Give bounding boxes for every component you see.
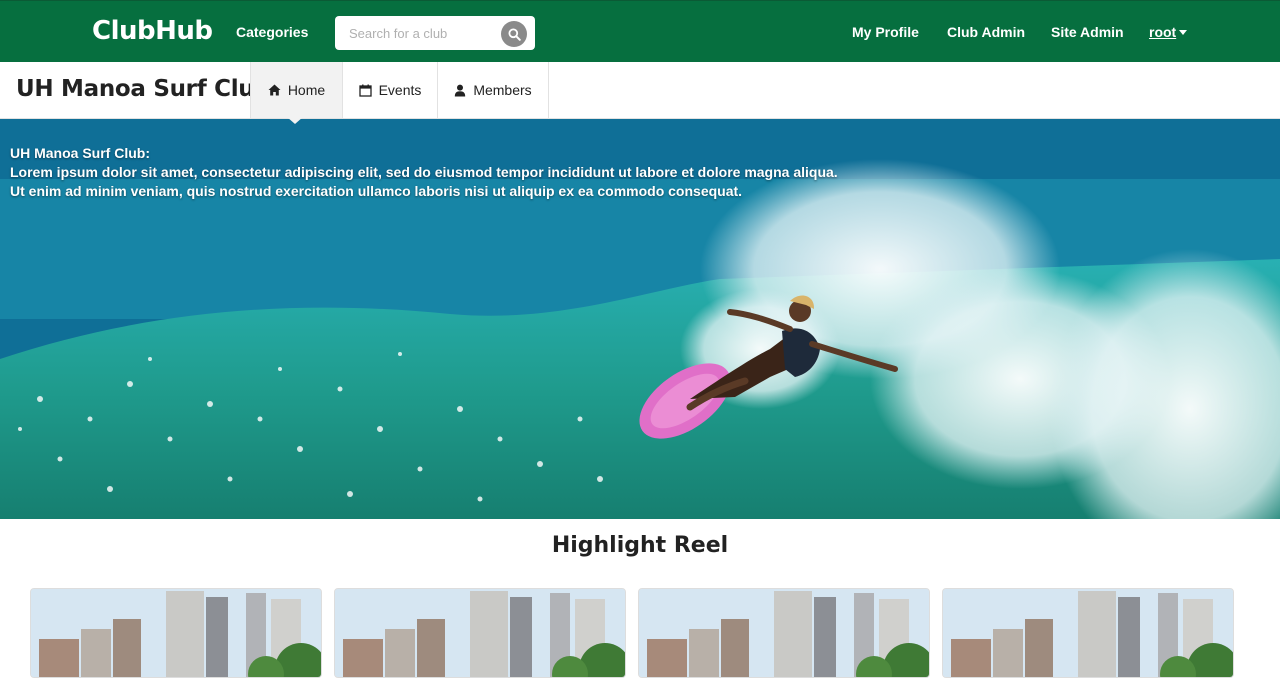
home-icon — [268, 84, 281, 96]
highlight-thumbnail[interactable] — [638, 588, 930, 678]
city-photo — [335, 589, 625, 677]
tab-home-label: Home — [287, 82, 326, 98]
calendar-icon — [358, 84, 372, 97]
hero-line-2: Ut enim ad minim veniam, quis nostrud ex… — [10, 183, 743, 199]
caret-down-icon — [1179, 30, 1188, 35]
tab-home[interactable]: Home — [250, 62, 342, 118]
tab-members[interactable]: Members — [437, 62, 549, 118]
brand-logo[interactable]: ClubHub — [92, 16, 213, 46]
nav-my-profile[interactable]: My Profile — [852, 24, 919, 40]
city-photo — [31, 589, 321, 677]
hero-line-1: Lorem ipsum dolor sit amet, consectetur … — [10, 164, 838, 180]
hero-banner: UH Manoa Surf Club: Lorem ipsum dolor si… — [0, 119, 1280, 519]
city-photo — [943, 589, 1233, 677]
nav-club-admin[interactable]: Club Admin — [947, 24, 1025, 40]
nav-categories[interactable]: Categories — [236, 24, 308, 40]
highlight-thumbnail[interactable] — [334, 588, 626, 678]
search-button[interactable] — [501, 21, 527, 47]
user-icon — [455, 84, 466, 96]
hero-description: UH Manoa Surf Club: Lorem ipsum dolor si… — [10, 144, 838, 201]
active-tab-pointer — [287, 117, 303, 124]
tab-members-label: Members — [473, 82, 532, 98]
user-menu-dropdown[interactable]: root — [1149, 24, 1188, 40]
club-header: UH Manoa Surf Club Home Events Members — [0, 62, 1280, 119]
highlight-thumbnail[interactable] — [942, 588, 1234, 678]
nav-site-admin[interactable]: Site Admin — [1051, 24, 1124, 40]
tab-events[interactable]: Events — [342, 62, 437, 118]
tab-events-label: Events — [378, 82, 422, 98]
hero-title: UH Manoa Surf Club: — [10, 145, 150, 161]
highlight-thumbnail[interactable] — [30, 588, 322, 678]
highlight-reel-title: Highlight Reel — [551, 533, 729, 558]
search-icon — [508, 28, 521, 41]
club-title: UH Manoa Surf Club — [16, 76, 271, 102]
top-navbar: ClubHub Categories My Profile Club Admin… — [0, 0, 1280, 62]
user-menu-label: root — [1149, 24, 1177, 40]
search-box — [335, 16, 535, 50]
city-photo — [639, 589, 929, 677]
